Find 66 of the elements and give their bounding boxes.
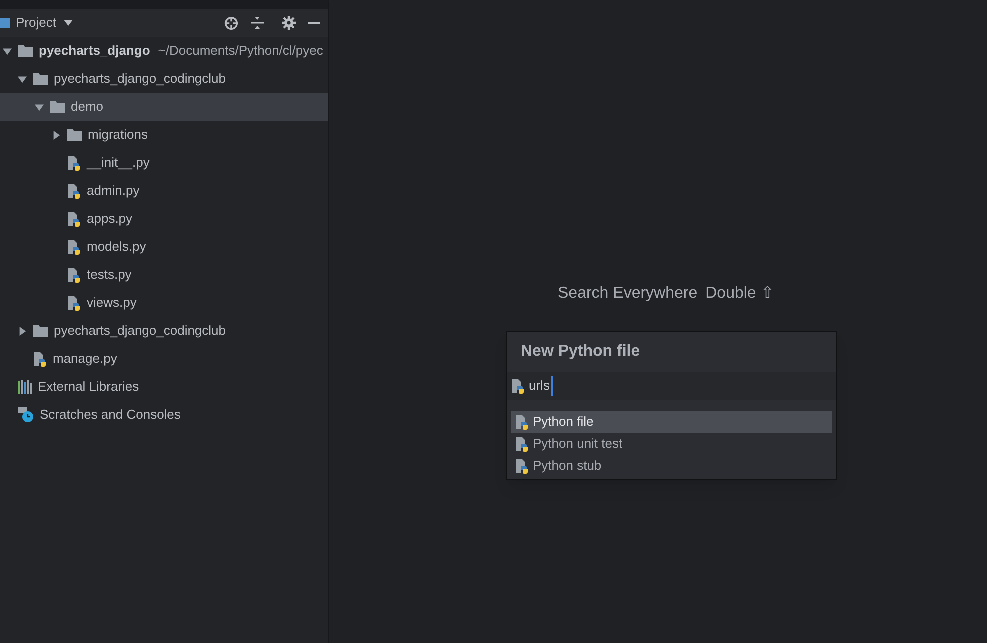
tree-row[interactable]: pyecharts_django ~/Documents/Python/cl/pyec [0,37,328,65]
tree-item-label: manage.py [53,350,118,368]
hint-label: Search Everywhere [558,284,698,304]
tree-row[interactable]: External Libraries [0,373,328,401]
tree-row[interactable]: pyecharts_django_codingclub [0,317,328,345]
field-value: urls [529,376,553,396]
tree-item-label: __init__.py [87,154,150,172]
python-file-icon [33,351,47,367]
tree-item-label: models.py [87,238,146,256]
tree-row[interactable]: demo [0,93,328,121]
expanded-arrow-icon[interactable] [18,74,26,84]
shortcut: Double ⇧ [706,284,774,304]
folder-icon [67,129,82,141]
collapse-all-icon[interactable] [251,16,264,30]
panel-title[interactable]: Project [16,13,56,33]
python-file-icon [67,183,81,199]
tree-row[interactable]: admin.py [0,177,328,205]
library-icon [18,380,32,394]
file-type-option[interactable]: Python unit test [511,433,832,455]
expanded-arrow-icon[interactable] [34,102,44,112]
python-file-icon [511,378,525,394]
tree-row[interactable]: tests.py [0,261,328,289]
python-file-icon [67,239,81,255]
tree-row[interactable]: Scratches and Consoles [0,401,328,429]
tree-item-label: External Libraries [38,378,140,396]
folder-icon [50,101,65,113]
name-field[interactable]: urls [507,372,836,400]
tree-item-label: Scratches and Consoles [40,406,181,424]
tree-item-label: admin.py [87,182,140,200]
tree-row[interactable]: pyecharts_django_codingclub [0,65,328,93]
python-file-icon [515,436,529,452]
python-file-icon [515,414,529,430]
dropdown-caret-icon[interactable] [64,20,74,26]
folder-icon [18,45,33,57]
project-path: ~/Documents/Python/cl/pyec [158,42,324,60]
tree-row[interactable]: __init__.py [0,149,328,177]
scratch-console-icon [18,407,34,423]
collapsed-arrow-icon[interactable] [52,130,60,140]
python-file-icon [67,295,81,311]
dialog-title: New Python file [520,342,642,362]
tree-row[interactable]: models.py [0,233,328,261]
python-file-icon [67,155,81,171]
folder-icon [33,325,48,337]
tree-item-label: pyecharts_django_codingclub [54,322,226,340]
folder-icon [33,73,48,85]
file-type-option[interactable]: Python stub [511,455,832,477]
tree-item-label: pyecharts_django_codingclub [54,70,226,88]
tree-row[interactable]: views.py [0,289,328,317]
tree-item-label: pyecharts_django [39,42,150,60]
collapsed-arrow-icon[interactable] [18,326,26,336]
python-file-icon [67,267,81,283]
tree-item-label: apps.py [87,210,133,228]
window-icon [0,17,10,29]
tree-row[interactable]: migrations [0,121,328,149]
tree-row[interactable]: apps.py [0,205,328,233]
python-file-icon [515,458,529,474]
settings-icon[interactable] [282,16,296,30]
file-type-option[interactable]: Python file [511,411,832,433]
tree-row[interactable]: manage.py [0,345,328,373]
tree-item-label: demo [71,98,104,116]
tree-item-label: migrations [88,126,148,144]
expanded-arrow-icon[interactable] [2,46,12,56]
python-file-icon [67,211,81,227]
tree-item-label: views.py [87,294,137,312]
tree-item-label: tests.py [87,266,132,284]
locate-icon[interactable] [224,16,239,30]
